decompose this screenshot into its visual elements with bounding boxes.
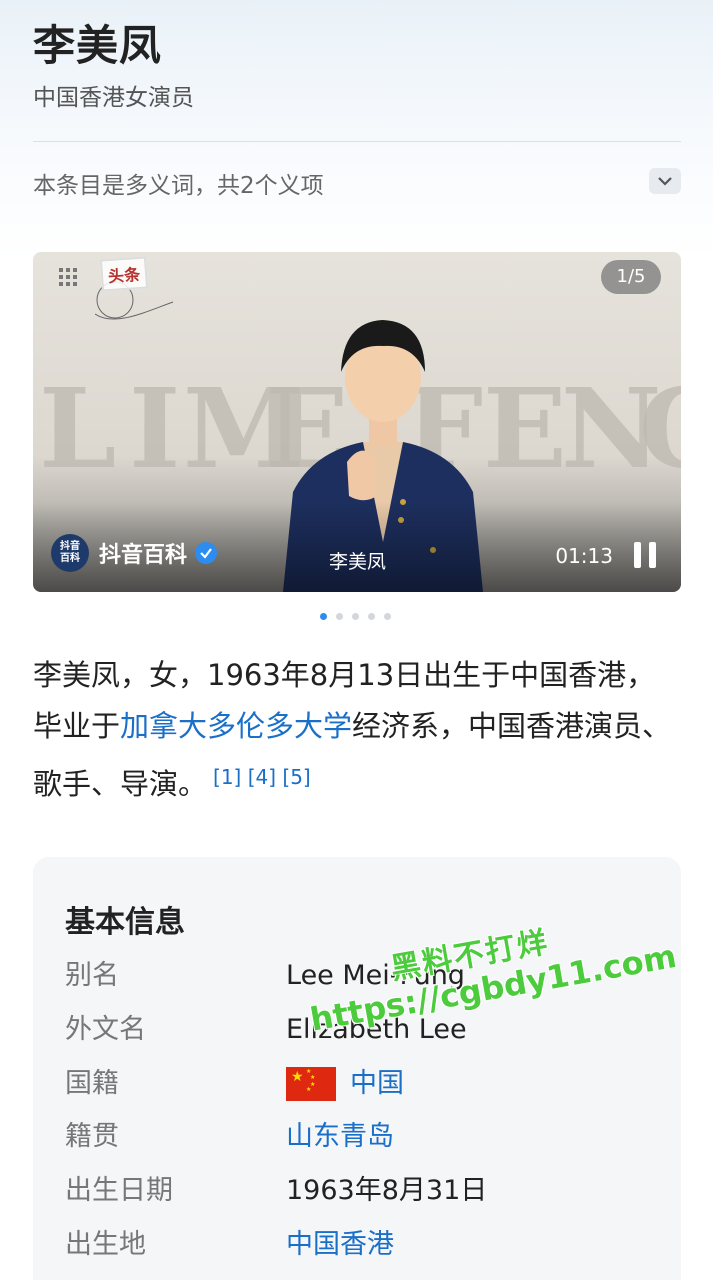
logo-text-line2: 百科 (60, 553, 80, 564)
chevron-down-icon[interactable] (649, 168, 681, 194)
source-name: 抖音百科 (99, 543, 188, 568)
native-place-link[interactable]: 山东青岛 (286, 1117, 394, 1157)
disambiguation-row[interactable]: 本条目是多义词，共2个义项 (33, 166, 681, 206)
basic-info-card: 基本信息 别名 Lee Mei-Fung 外文名 Elizabeth Lee 国… (33, 857, 681, 1280)
media-caption: 李美凤 (329, 551, 387, 573)
page-subtitle: 中国香港女演员 (33, 85, 194, 111)
background-letter: G (639, 364, 681, 493)
carousel-dot[interactable] (336, 613, 343, 620)
carousel-dot[interactable] (352, 613, 359, 620)
info-row-nationality: 国籍 ★ ★ ★ ★ ★ 中国 (65, 1064, 655, 1104)
info-value: Lee Mei-Fung (286, 960, 465, 991)
reference-links[interactable]: [1] [4] [5] (213, 765, 311, 789)
carousel-dot[interactable] (368, 613, 375, 620)
info-row-birth-date: 出生日期 1963年8月31日 (65, 1171, 655, 1211)
info-label: 别名 (65, 960, 119, 991)
douyin-baike-logo: 抖音 百科 (51, 534, 89, 572)
university-link[interactable]: 加拿大多伦多大学 (120, 709, 352, 743)
carousel-dots (320, 613, 391, 620)
china-flag-icon: ★ ★ ★ ★ ★ (286, 1067, 336, 1101)
background-letter: I (129, 364, 181, 493)
verified-check-icon (195, 542, 218, 564)
info-label: 国籍 (65, 1068, 119, 1099)
info-label: 出生地 (65, 1229, 146, 1260)
pause-icon[interactable] (633, 542, 657, 568)
carousel-dot[interactable] (320, 613, 327, 620)
video-time: 01:13 (555, 544, 613, 568)
info-value: Elizabeth Lee (286, 1014, 467, 1045)
nationality-value[interactable]: ★ ★ ★ ★ ★ 中国 (286, 1064, 404, 1104)
nationality-link[interactable]: 中国 (350, 1064, 404, 1104)
image-counter: 1/5 (601, 260, 661, 294)
info-row-foreign-name: 外文名 Elizabeth Lee (65, 1010, 655, 1050)
info-value: 1963年8月31日 (286, 1175, 488, 1206)
page: 李美凤 中国香港女演员 本条目是多义词，共2个义项 L I M E F E N … (0, 0, 713, 1280)
birth-place-link[interactable]: 中国香港 (286, 1225, 394, 1265)
carousel-dot[interactable] (384, 613, 391, 620)
disambiguation-text: 本条目是多义词，共2个义项 (33, 173, 324, 199)
info-label: 外文名 (65, 1014, 146, 1045)
video-source[interactable]: 抖音 百科 抖音百科 (51, 534, 218, 572)
info-row-birth-place: 出生地 中国香港 (65, 1225, 655, 1265)
toutiao-badge: 头条 (99, 256, 149, 292)
info-label: 籍贯 (65, 1121, 119, 1152)
logo-text-line1: 抖音 (60, 541, 80, 552)
info-row-native-place: 籍贯 山东青岛 (65, 1117, 655, 1157)
divider (33, 141, 681, 142)
background-letter: E (483, 364, 567, 493)
intro-paragraph: 李美凤，女，1963年8月13日出生于中国香港，毕业于加拿大多伦多大学经济系，中… (33, 650, 673, 810)
info-label: 出生日期 (65, 1175, 173, 1206)
background-letter: L (39, 364, 117, 493)
media-carousel[interactable]: L I M E F E N G 头条 (33, 252, 681, 592)
page-title: 李美凤 (33, 21, 163, 70)
info-row-alias: 别名 Lee Mei-Fung (65, 956, 655, 996)
grid-icon (59, 268, 77, 286)
info-title: 基本信息 (65, 905, 185, 940)
